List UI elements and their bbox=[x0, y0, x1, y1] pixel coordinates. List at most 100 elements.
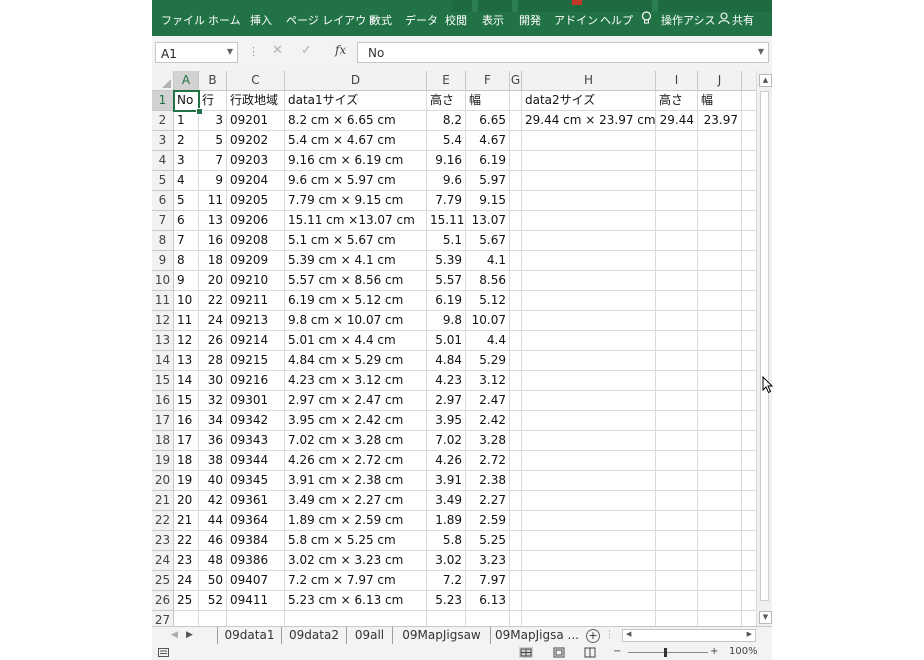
row-header[interactable]: 11 bbox=[152, 291, 174, 311]
column-header-j[interactable]: J bbox=[698, 71, 742, 91]
cell-h21[interactable] bbox=[522, 491, 656, 511]
zoom-slider-thumb[interactable] bbox=[664, 648, 667, 657]
empty-cell[interactable] bbox=[742, 151, 756, 171]
cell-e25[interactable]: 7.2 bbox=[427, 571, 466, 591]
cell-i17[interactable] bbox=[656, 411, 698, 431]
cell-c19[interactable]: 09344 bbox=[227, 451, 285, 471]
cell-d20[interactable]: 3.91 cm × 2.38 cm bbox=[285, 471, 427, 491]
cell-i7[interactable] bbox=[656, 211, 698, 231]
cell-e1[interactable]: 高さ bbox=[427, 91, 466, 111]
column-header-c[interactable]: C bbox=[227, 71, 285, 91]
cell-b11[interactable]: 22 bbox=[199, 291, 227, 311]
tab-view[interactable]: 表示 bbox=[482, 12, 504, 28]
cell-i14[interactable] bbox=[656, 351, 698, 371]
cell-j5[interactable] bbox=[698, 171, 742, 191]
cell-f15[interactable]: 3.12 bbox=[466, 371, 510, 391]
tab-page-layout[interactable]: ページ レイアウト bbox=[286, 12, 377, 28]
cell-h6[interactable] bbox=[522, 191, 656, 211]
cell-a20[interactable]: 19 bbox=[174, 471, 199, 491]
empty-cell[interactable] bbox=[742, 111, 756, 131]
cell-i4[interactable] bbox=[656, 151, 698, 171]
cell-h14[interactable] bbox=[522, 351, 656, 371]
cell-a5[interactable]: 4 bbox=[174, 171, 199, 191]
cell-i10[interactable] bbox=[656, 271, 698, 291]
cell-e15[interactable]: 4.23 bbox=[427, 371, 466, 391]
vertical-scrollbar[interactable]: ▲ ▼ bbox=[756, 71, 772, 626]
cell-b23[interactable]: 46 bbox=[199, 531, 227, 551]
cell-g3[interactable] bbox=[510, 131, 522, 151]
cell-e13[interactable]: 5.01 bbox=[427, 331, 466, 351]
cell-h19[interactable] bbox=[522, 451, 656, 471]
cell-h12[interactable] bbox=[522, 311, 656, 331]
row-header[interactable]: 20 bbox=[152, 471, 174, 491]
row-header[interactable]: 21 bbox=[152, 491, 174, 511]
cell-g4[interactable] bbox=[510, 151, 522, 171]
cell-f19[interactable]: 2.72 bbox=[466, 451, 510, 471]
cell-j2[interactable]: 23.97 bbox=[698, 111, 742, 131]
cell-f13[interactable]: 4.4 bbox=[466, 331, 510, 351]
cell-g23[interactable] bbox=[510, 531, 522, 551]
page-layout-view-icon[interactable] bbox=[553, 647, 565, 658]
select-all-corner[interactable] bbox=[152, 71, 174, 91]
cell-d17[interactable]: 3.95 cm × 2.42 cm bbox=[285, 411, 427, 431]
cell-e17[interactable]: 3.95 bbox=[427, 411, 466, 431]
cell-g11[interactable] bbox=[510, 291, 522, 311]
cell-b12[interactable]: 24 bbox=[199, 311, 227, 331]
cell-c16[interactable]: 09301 bbox=[227, 391, 285, 411]
empty-cell[interactable] bbox=[742, 231, 756, 251]
cell-j4[interactable] bbox=[698, 151, 742, 171]
cell-c17[interactable]: 09342 bbox=[227, 411, 285, 431]
cell-g6[interactable] bbox=[510, 191, 522, 211]
scroll-down-icon[interactable]: ▼ bbox=[759, 611, 772, 624]
cell-d13[interactable]: 5.01 cm × 4.4 cm bbox=[285, 331, 427, 351]
row-header[interactable]: 4 bbox=[152, 151, 174, 171]
tab-data[interactable]: データ bbox=[405, 12, 438, 28]
cell-e23[interactable]: 5.8 bbox=[427, 531, 466, 551]
empty-cell[interactable] bbox=[742, 211, 756, 231]
cell-i19[interactable] bbox=[656, 451, 698, 471]
cell-b3[interactable]: 5 bbox=[199, 131, 227, 151]
row-header[interactable]: 12 bbox=[152, 311, 174, 331]
cell-c18[interactable]: 09343 bbox=[227, 431, 285, 451]
cell-d16[interactable]: 2.97 cm × 2.47 cm bbox=[285, 391, 427, 411]
cell-f16[interactable]: 2.47 bbox=[466, 391, 510, 411]
cell-c25[interactable]: 09407 bbox=[227, 571, 285, 591]
row-header[interactable]: 25 bbox=[152, 571, 174, 591]
empty-cell[interactable] bbox=[742, 311, 756, 331]
cell-a21[interactable]: 20 bbox=[174, 491, 199, 511]
cell-b22[interactable]: 44 bbox=[199, 511, 227, 531]
cell-h23[interactable] bbox=[522, 531, 656, 551]
cell-c13[interactable]: 09214 bbox=[227, 331, 285, 351]
cell-d25[interactable]: 7.2 cm × 7.97 cm bbox=[285, 571, 427, 591]
cell-i26[interactable] bbox=[656, 591, 698, 611]
row-header[interactable]: 22 bbox=[152, 511, 174, 531]
cell-d26[interactable]: 5.23 cm × 6.13 cm bbox=[285, 591, 427, 611]
cell-h17[interactable] bbox=[522, 411, 656, 431]
cell-d6[interactable]: 7.79 cm × 9.15 cm bbox=[285, 191, 427, 211]
row-header[interactable]: 10 bbox=[152, 271, 174, 291]
cell-b1[interactable]: 行 bbox=[199, 91, 227, 111]
cell-g26[interactable] bbox=[510, 591, 522, 611]
cell-c12[interactable]: 09213 bbox=[227, 311, 285, 331]
cell-h10[interactable] bbox=[522, 271, 656, 291]
cell-e4[interactable]: 9.16 bbox=[427, 151, 466, 171]
cell-b9[interactable]: 18 bbox=[199, 251, 227, 271]
cell-b5[interactable]: 9 bbox=[199, 171, 227, 191]
cell-i11[interactable] bbox=[656, 291, 698, 311]
cell-d5[interactable]: 9.6 cm × 5.97 cm bbox=[285, 171, 427, 191]
macro-record-icon[interactable] bbox=[158, 648, 169, 657]
cell-d3[interactable]: 5.4 cm × 4.67 cm bbox=[285, 131, 427, 151]
cell-c23[interactable]: 09384 bbox=[227, 531, 285, 551]
cell-b6[interactable]: 11 bbox=[199, 191, 227, 211]
cell-j19[interactable] bbox=[698, 451, 742, 471]
cell-c1[interactable]: 行政地域 bbox=[227, 91, 285, 111]
tab-insert[interactable]: 挿入 bbox=[250, 12, 272, 28]
cell-i25[interactable] bbox=[656, 571, 698, 591]
cell-b14[interactable]: 28 bbox=[199, 351, 227, 371]
tab-file[interactable]: ファイル bbox=[161, 12, 205, 28]
cell-i15[interactable] bbox=[656, 371, 698, 391]
scroll-right-icon[interactable]: ▶ bbox=[747, 630, 752, 638]
cell-j27[interactable] bbox=[698, 611, 742, 626]
cell-f18[interactable]: 3.28 bbox=[466, 431, 510, 451]
cell-i3[interactable] bbox=[656, 131, 698, 151]
